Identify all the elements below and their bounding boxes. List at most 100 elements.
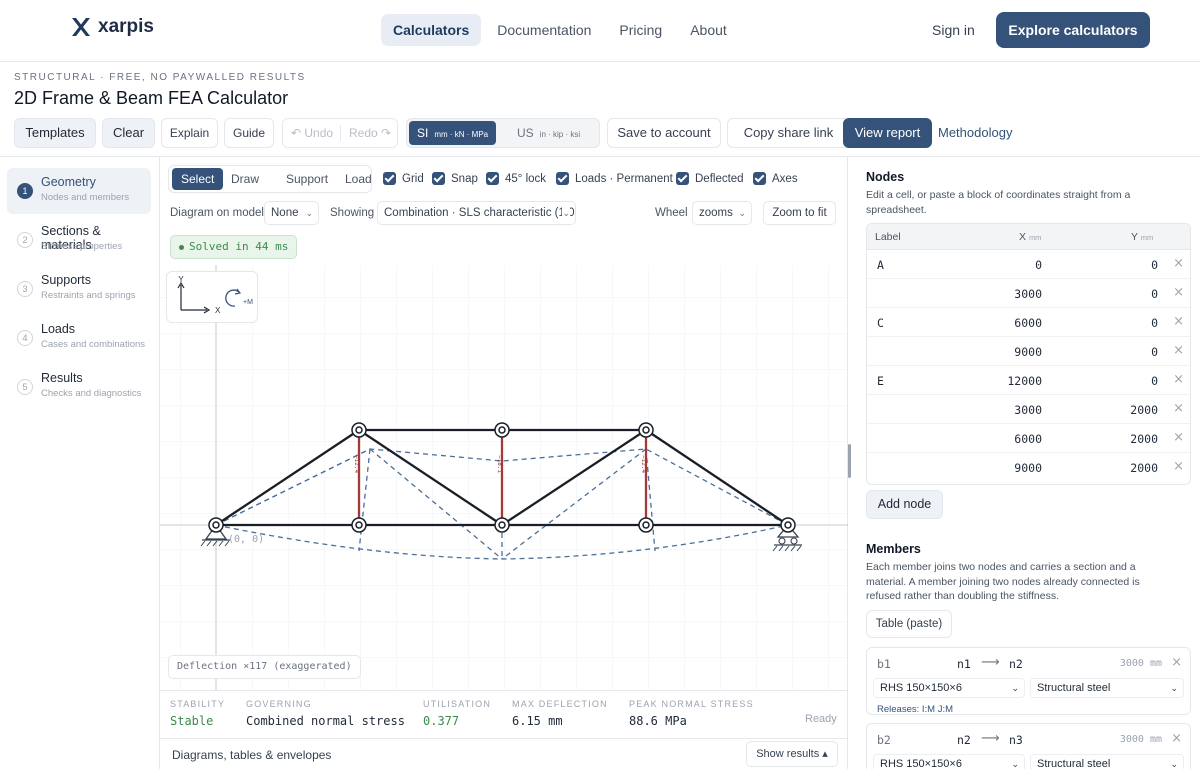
mode-select[interactable]: Select (172, 168, 224, 190)
step-loads[interactable]: 4 Loads Cases and combinations (7, 315, 151, 361)
explain-button[interactable]: Explain (161, 118, 218, 148)
step-label: Results (41, 371, 83, 385)
node-label-cell[interactable]: A (877, 258, 884, 272)
material-select[interactable]: Structural steel ⌄ (1030, 754, 1184, 769)
mode-support[interactable]: Support (277, 168, 337, 190)
node-y-cell[interactable]: 0 (1151, 345, 1158, 359)
node-x-cell[interactable]: 12000 (1007, 374, 1042, 388)
redo-button[interactable]: Redo ↷ (349, 119, 391, 147)
diagram-select[interactable]: None ⌄ (264, 201, 319, 225)
zoom-to-fit-button[interactable]: Zoom to fit (763, 201, 836, 225)
delete-node-icon[interactable]: × (1173, 285, 1184, 300)
toggle-grid[interactable]: Grid (383, 172, 424, 185)
copy-share-link-button[interactable]: Copy share link (727, 118, 850, 148)
delete-node-icon[interactable]: × (1173, 372, 1184, 387)
node-x-cell[interactable]: 3000 (1014, 403, 1042, 417)
node-7[interactable] (494, 422, 510, 438)
toggle-axes[interactable]: Axes (753, 172, 798, 185)
delete-member-icon[interactable]: × (1171, 655, 1182, 670)
nav-documentation[interactable]: Documentation (485, 14, 603, 46)
clear-button[interactable]: Clear (102, 118, 155, 148)
delete-member-icon[interactable]: × (1171, 731, 1182, 746)
member-card[interactable]: b2 n2 ⟶ n3 3000 mm × RHS 150×150×6 ⌄ Stru… (866, 723, 1191, 769)
table-row[interactable]: A 0 0 × (867, 250, 1190, 279)
methodology-link[interactable]: Methodology (938, 125, 1012, 140)
unit-si-option[interactable]: SI mm · kN · MPa (409, 121, 497, 145)
member-releases[interactable]: Releases: I:M J:M (877, 704, 953, 715)
step-supports[interactable]: 3 Supports Restraints and springs (7, 266, 151, 312)
member-card[interactable]: b1 n1 ⟶ n2 3000 mm × RHS 150×150×6 ⌄ Stru… (866, 647, 1191, 715)
step-sections-materials[interactable]: 2 Sections & materials Stiffness propert… (7, 217, 151, 263)
add-node-button[interactable]: Add node (866, 490, 943, 519)
member-start-node[interactable]: n2 (957, 733, 971, 747)
node-a[interactable] (208, 517, 224, 533)
sign-in-link[interactable]: Sign in (932, 22, 975, 38)
node-2[interactable] (351, 517, 367, 533)
section-select[interactable]: RHS 150×150×6 ⌄ (873, 678, 1025, 698)
step-results[interactable]: 5 Results Checks and diagnostics (7, 364, 151, 410)
toggle-45-lock[interactable]: 45° lock (486, 172, 546, 185)
node-x-cell[interactable]: 0 (1035, 258, 1042, 272)
nav-pricing[interactable]: Pricing (607, 14, 674, 46)
node-y-cell[interactable]: 2000 (1130, 432, 1158, 446)
table-row[interactable]: E 12000 0 × (867, 366, 1190, 395)
model-plot[interactable]: −12.4 −18.1 −12.4 (0, 0) Y X +M Deflecti… (160, 265, 848, 690)
undo-button[interactable]: ↶ Undo (291, 119, 333, 147)
member-start-node[interactable]: n1 (957, 657, 971, 671)
delete-node-icon[interactable]: × (1173, 459, 1184, 474)
nav-calculators[interactable]: Calculators (381, 14, 482, 46)
node-c[interactable] (494, 517, 510, 533)
table-paste-button[interactable]: Table (paste) (866, 610, 952, 638)
node-e[interactable] (780, 517, 796, 533)
table-row[interactable]: 9000 0 × (867, 337, 1190, 366)
explore-calculators-button[interactable]: Explore calculators (996, 12, 1150, 48)
guide-button[interactable]: Guide (224, 118, 274, 148)
brand-logo[interactable]: xarpis (70, 16, 154, 38)
node-x-cell[interactable]: 9000 (1014, 345, 1042, 359)
toggle-snap[interactable]: Snap (432, 172, 478, 185)
mode-load[interactable]: Load (336, 168, 381, 190)
node-6[interactable] (351, 422, 367, 438)
table-row[interactable]: C 6000 0 × (867, 308, 1190, 337)
table-row[interactable]: 3000 2000 × (867, 395, 1190, 424)
node-8[interactable] (638, 422, 654, 438)
view-report-button[interactable]: View report (843, 118, 932, 148)
table-row[interactable]: 6000 2000 × (867, 424, 1190, 453)
node-label-cell[interactable]: E (877, 374, 884, 388)
table-row[interactable]: 9000 2000 × (867, 453, 1190, 482)
delete-node-icon[interactable]: × (1173, 314, 1184, 329)
node-4[interactable] (638, 517, 654, 533)
node-x-cell[interactable]: 3000 (1014, 287, 1042, 301)
toggle-deflected[interactable]: Deflected (676, 172, 744, 185)
node-y-cell[interactable]: 0 (1151, 258, 1158, 272)
node-y-cell[interactable]: 0 (1151, 374, 1158, 388)
step-geometry[interactable]: 1 Geometry Nodes and members (7, 168, 151, 214)
section-select[interactable]: RHS 150×150×6 ⌄ (873, 754, 1025, 769)
delete-node-icon[interactable]: × (1173, 401, 1184, 416)
toggle-loads-permanent[interactable]: Loads · Permanent (556, 172, 673, 185)
frame-model-svg[interactable]: −12.4 −18.1 −12.4 (0, 0) (160, 265, 848, 690)
node-y-cell[interactable]: 2000 (1130, 461, 1158, 475)
showing-select[interactable]: Combination · SLS characteristic (1.0 ⌄ (377, 201, 576, 225)
delete-node-icon[interactable]: × (1173, 343, 1184, 358)
node-y-cell[interactable]: 0 (1151, 316, 1158, 330)
member-end-node[interactable]: n3 (1009, 733, 1023, 747)
node-x-cell[interactable]: 6000 (1014, 432, 1042, 446)
node-x-cell[interactable]: 9000 (1014, 461, 1042, 475)
delete-node-icon[interactable]: × (1173, 256, 1184, 271)
show-results-button[interactable]: Show results ▴ (746, 741, 838, 767)
nav-about[interactable]: About (678, 14, 739, 46)
table-row[interactable]: 3000 0 × (867, 279, 1190, 308)
templates-button[interactable]: Templates (14, 118, 96, 148)
material-select[interactable]: Structural steel ⌄ (1030, 678, 1184, 698)
mode-draw[interactable]: Draw (222, 168, 268, 190)
node-x-cell[interactable]: 6000 (1014, 316, 1042, 330)
unit-us-option[interactable]: US in · kip · ksi (509, 121, 588, 145)
delete-node-icon[interactable]: × (1173, 430, 1184, 445)
node-label-cell[interactable]: C (877, 316, 884, 330)
wheel-select[interactable]: zooms ⌄ (692, 201, 752, 225)
save-to-account-button[interactable]: Save to account (607, 118, 721, 148)
node-y-cell[interactable]: 2000 (1130, 403, 1158, 417)
member-end-node[interactable]: n2 (1009, 657, 1023, 671)
node-y-cell[interactable]: 0 (1151, 287, 1158, 301)
